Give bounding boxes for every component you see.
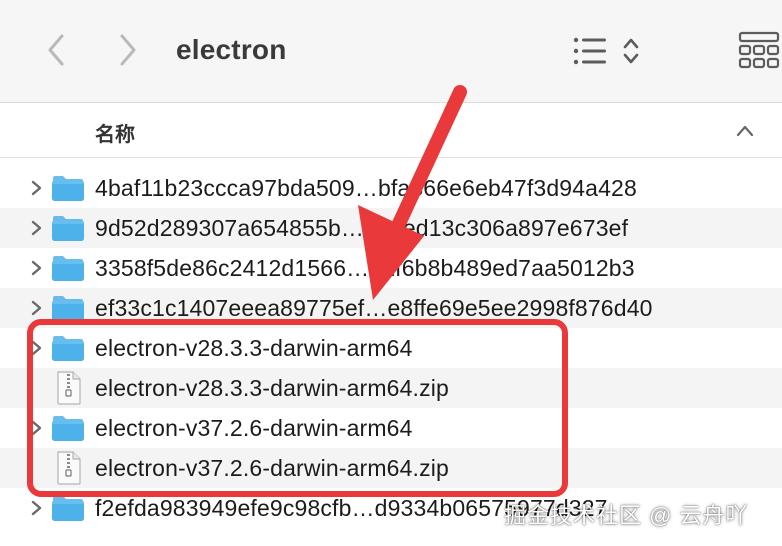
zip-file-icon	[56, 451, 82, 485]
folder-row[interactable]: ef33c1c1407eeea89775ef…e8ffe69e5ee2998f8…	[0, 288, 782, 328]
folder-row[interactable]: 9d52d289307a654855b…a5eed13c306a897e673e…	[0, 208, 782, 248]
grid-icon	[738, 31, 780, 69]
forward-button[interactable]	[108, 30, 148, 70]
disclosure-triangle-icon[interactable]	[28, 218, 46, 238]
list-view-button[interactable]	[570, 32, 646, 70]
disclosure-triangle-icon[interactable]	[28, 298, 46, 318]
back-button[interactable]	[36, 30, 76, 70]
file-name: 3358f5de86c2412d1566…a2f6b8b489ed7aa5012…	[95, 255, 635, 281]
sort-toggle-icon	[623, 38, 639, 64]
file-name: 9d52d289307a654855b…a5eed13c306a897e673e…	[95, 215, 629, 241]
disclosure-triangle-icon[interactable]	[28, 418, 46, 438]
disclosure-triangle-icon[interactable]	[28, 498, 46, 518]
file-name: 4baf11b23ccca97bda509…bfa366e6eb47f3d94a…	[95, 175, 637, 201]
file-row[interactable]: electron-v37.2.6-darwin-arm64.zip	[0, 448, 782, 488]
sort-ascending-button[interactable]	[734, 121, 756, 141]
folder-icon	[51, 254, 85, 282]
column-header-bar: 名称	[0, 103, 782, 158]
gallery-view-button[interactable]	[736, 30, 782, 70]
disclosure-triangle-icon[interactable]	[28, 178, 46, 198]
list-view-icon	[573, 37, 639, 65]
chevron-right-icon	[120, 34, 136, 66]
file-name: electron-v37.2.6-darwin-arm64	[95, 415, 413, 441]
folder-icon	[51, 414, 85, 442]
folder-icon	[51, 214, 85, 242]
column-header-name[interactable]: 名称	[95, 118, 135, 147]
file-name: electron-v28.3.3-darwin-arm64.zip	[95, 375, 449, 401]
zip-file-icon	[56, 371, 82, 405]
file-row[interactable]: electron-v28.3.3-darwin-arm64.zip	[0, 368, 782, 408]
folder-row[interactable]: electron-v28.3.3-darwin-arm64	[0, 328, 782, 368]
folder-icon	[51, 334, 85, 362]
folder-icon	[51, 294, 85, 322]
window-title: electron	[176, 34, 287, 65]
folder-icon	[51, 494, 85, 522]
file-name: ef33c1c1407eeea89775ef…e8ffe69e5ee2998f8…	[95, 295, 653, 321]
disclosure-triangle-icon[interactable]	[28, 338, 46, 358]
finder-toolbar: electron	[0, 0, 782, 103]
file-list: 4baf11b23ccca97bda509…bfa366e6eb47f3d94a…	[0, 168, 782, 528]
watermark: 掘金技术社区 @ 云舟吖	[504, 503, 749, 528]
folder-icon	[51, 174, 85, 202]
file-name: electron-v28.3.3-darwin-arm64	[95, 335, 413, 361]
chevron-up-icon	[736, 125, 754, 137]
folder-row[interactable]: 4baf11b23ccca97bda509…bfa366e6eb47f3d94a…	[0, 168, 782, 208]
file-name: electron-v37.2.6-darwin-arm64.zip	[95, 455, 449, 481]
folder-row[interactable]: electron-v37.2.6-darwin-arm64	[0, 408, 782, 448]
folder-row[interactable]: 3358f5de86c2412d1566…a2f6b8b489ed7aa5012…	[0, 248, 782, 288]
disclosure-triangle-icon[interactable]	[28, 258, 46, 278]
chevron-left-icon	[48, 34, 64, 66]
